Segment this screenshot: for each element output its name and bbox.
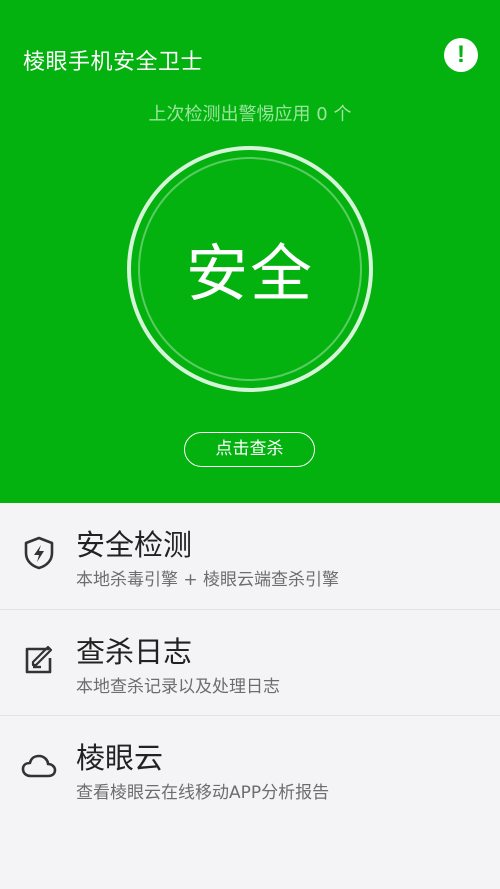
- exclamation-circle-icon: !: [457, 41, 465, 68]
- security-status: 安全: [185, 237, 314, 310]
- cloud-icon: [21, 754, 57, 778]
- menu-item-subtitle: 本地杀毒引擎 + 棱眼云端查杀引擎: [76, 570, 340, 590]
- menu-item-scan-log[interactable]: 查杀日志 本地查杀记录以及处理日志: [0, 609, 500, 715]
- alert-button[interactable]: !: [444, 38, 478, 72]
- menu-item-cloud[interactable]: 棱眼云 查看棱眼云在线移动APP分析报告: [0, 715, 500, 821]
- menu-item-security-scan[interactable]: 安全检测 本地杀毒引擎 + 棱眼云端查杀引擎: [0, 503, 500, 609]
- app-title: 棱眼手机安全卫士: [23, 50, 204, 75]
- shield-lightning-icon: [24, 536, 54, 570]
- menu-list: 安全检测 本地杀毒引擎 + 棱眼云端查杀引擎 查杀日志 本地查杀记录以及处理日志…: [0, 503, 500, 821]
- menu-item-subtitle: 查看棱眼云在线移动APP分析报告: [76, 783, 330, 803]
- menu-item-title: 安全检测: [76, 528, 193, 562]
- menu-item-title: 查杀日志: [76, 635, 193, 669]
- last-scan-summary: 上次检测出警惕应用 0 个: [148, 104, 352, 125]
- log-edit-icon: [25, 645, 53, 674]
- menu-item-subtitle: 本地查杀记录以及处理日志: [76, 677, 280, 697]
- scan-button[interactable]: 点击查杀: [184, 432, 315, 467]
- header-panel: 棱眼手机安全卫士 ! 上次检测出警惕应用 0 个 安全 点击查杀: [0, 0, 500, 503]
- menu-item-title: 棱眼云: [76, 741, 164, 775]
